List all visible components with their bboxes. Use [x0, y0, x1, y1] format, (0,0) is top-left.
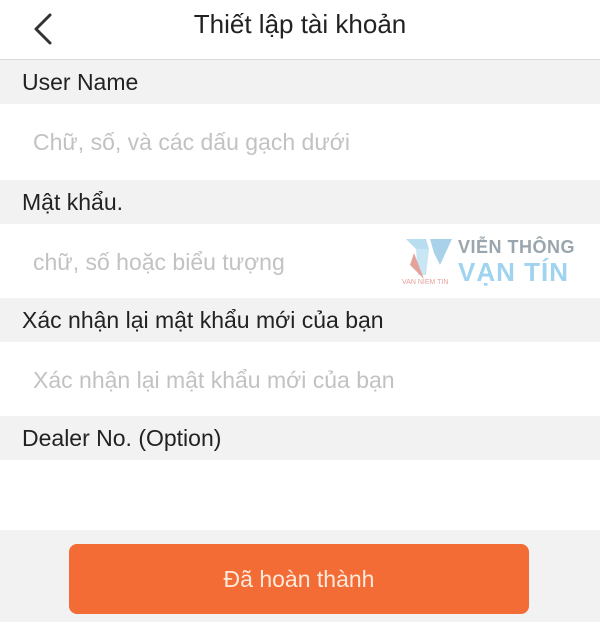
bottom-bar: Đã hoàn thành	[0, 530, 600, 622]
confirm-password-row	[0, 342, 600, 418]
username-input[interactable]	[0, 104, 600, 180]
password-row	[0, 224, 600, 300]
username-row	[0, 104, 600, 180]
account-setup-screen: Thiết lập tài khoản User Name Mật khẩu. …	[0, 0, 600, 622]
password-input[interactable]	[0, 224, 600, 300]
password-label: Mật khẩu.	[0, 180, 600, 224]
username-label: User Name	[0, 60, 600, 104]
dealer-no-row	[0, 460, 600, 530]
dealer-no-input[interactable]	[0, 460, 600, 530]
header-bar: Thiết lập tài khoản	[0, 0, 600, 60]
confirm-password-input[interactable]	[0, 342, 600, 418]
dealer-no-label: Dealer No. (Option)	[0, 416, 600, 460]
page-title: Thiết lập tài khoản	[193, 9, 407, 39]
confirm-password-label: Xác nhận lại mật khẩu mới của bạn	[0, 298, 600, 342]
done-button[interactable]: Đã hoàn thành	[69, 544, 529, 614]
